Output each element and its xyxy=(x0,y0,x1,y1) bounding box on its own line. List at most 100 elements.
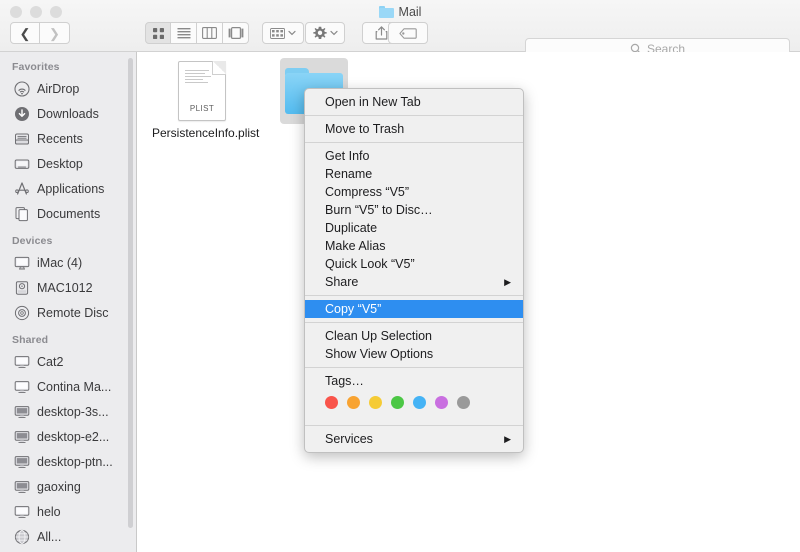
sidebar-item-label: All... xyxy=(37,530,61,544)
menu-separator xyxy=(305,322,523,323)
display-icon xyxy=(14,504,30,520)
sidebar-item-label: AirDrop xyxy=(37,82,79,96)
menu-separator xyxy=(305,142,523,143)
coverflow-view-button[interactable] xyxy=(223,22,249,44)
icon-view-button[interactable] xyxy=(145,22,171,44)
sidebar-item-documents[interactable]: Documents xyxy=(0,201,136,226)
navigation-buttons: ❮ ❯ xyxy=(10,22,70,44)
file-type-badge: PLIST xyxy=(179,104,225,113)
display-icon xyxy=(14,379,30,395)
menu-item-tags[interactable]: Tags… xyxy=(305,372,523,390)
menu-item-services[interactable]: Services▶ xyxy=(305,430,523,448)
sidebar-item-label: desktop-ptn... xyxy=(37,455,113,469)
arrange-button[interactable] xyxy=(262,22,304,44)
sidebar-item-label: Recents xyxy=(37,132,83,146)
tag-color-swatch-6[interactable] xyxy=(457,396,470,409)
desktop-icon xyxy=(14,156,30,172)
column-view-icon xyxy=(202,27,217,39)
harddisk-icon xyxy=(14,280,30,296)
pc-icon xyxy=(14,404,30,420)
applications-icon xyxy=(14,181,30,197)
coverflow-view-icon xyxy=(228,27,244,39)
sidebar-item-label: desktop-e2... xyxy=(37,430,109,444)
sidebar-item-desktop-3s[interactable]: desktop-3s... xyxy=(0,399,136,424)
sidebar-item-label: Applications xyxy=(37,182,104,196)
menu-item-move-to-trash[interactable]: Move to Trash xyxy=(305,120,523,138)
downloads-icon xyxy=(14,106,30,122)
menu-item-quick-look-v5[interactable]: Quick Look “V5” xyxy=(305,255,523,273)
arrange-icon xyxy=(270,28,285,39)
sidebar-item-downloads[interactable]: Downloads xyxy=(0,101,136,126)
menu-item-get-info[interactable]: Get Info xyxy=(305,147,523,165)
sidebar-section-header: Favorites xyxy=(0,52,136,76)
context-menu[interactable]: Open in New Tab Move to Trash Get Info Rena… xyxy=(304,88,524,453)
documents-icon xyxy=(14,206,30,222)
sidebar-item-all[interactable]: All... xyxy=(0,524,136,549)
chevron-right-icon: ❯ xyxy=(49,27,60,40)
sidebar-item-mac1012[interactable]: MAC1012 xyxy=(0,275,136,300)
tag-color-swatch-4[interactable] xyxy=(413,396,426,409)
sidebar-item-cat2[interactable]: Cat2 xyxy=(0,349,136,374)
menu-item-show-view-options[interactable]: Show View Options xyxy=(305,345,523,363)
sidebar-item-helo[interactable]: helo xyxy=(0,499,136,524)
sidebar-item-applications[interactable]: Applications xyxy=(0,176,136,201)
menu-item-label: Burn “V5” to Disc… xyxy=(325,203,433,217)
view-mode-buttons xyxy=(145,22,249,44)
sidebar-scrollbar[interactable] xyxy=(128,58,133,528)
menu-item-make-alias[interactable]: Make Alias xyxy=(305,237,523,255)
chevron-down-icon xyxy=(288,30,296,36)
sidebar-item-desktop[interactable]: Desktop xyxy=(0,151,136,176)
finder-window: Mail ❮ ❯ xyxy=(0,0,800,552)
tag-color-swatch-2[interactable] xyxy=(369,396,382,409)
back-button[interactable]: ❮ xyxy=(10,22,40,44)
list-view-button[interactable] xyxy=(171,22,197,44)
tag-color-swatch-1[interactable] xyxy=(347,396,360,409)
menu-item-open-in-new-tab[interactable]: Open in New Tab xyxy=(305,93,523,111)
column-view-button[interactable] xyxy=(197,22,223,44)
tag-color-swatch-0[interactable] xyxy=(325,396,338,409)
pc-icon xyxy=(14,479,30,495)
forward-button[interactable]: ❯ xyxy=(40,22,70,44)
sidebar-item-label: Cat2 xyxy=(37,355,63,369)
tag-color-swatch-5[interactable] xyxy=(435,396,448,409)
sidebar-item-recents[interactable]: Recents xyxy=(0,126,136,151)
menu-separator xyxy=(305,115,523,116)
imac-icon xyxy=(14,255,30,271)
menu-item-label: Compress “V5” xyxy=(325,185,409,199)
arrange-button-group xyxy=(262,22,304,44)
menu-item-rename[interactable]: Rename xyxy=(305,165,523,183)
menu-item-label: Move to Trash xyxy=(325,122,404,136)
display-icon xyxy=(14,504,30,520)
sidebar-item-desktop-ptn[interactable]: desktop-ptn... xyxy=(0,449,136,474)
menu-item-compress-v5[interactable]: Compress “V5” xyxy=(305,183,523,201)
sidebar-item-label: Downloads xyxy=(37,107,99,121)
tag-button-group xyxy=(388,22,428,44)
tag-button[interactable] xyxy=(388,22,428,44)
menu-item-label: Open in New Tab xyxy=(325,95,421,109)
menu-item-clean-up-selection[interactable]: Clean Up Selection xyxy=(305,327,523,345)
menu-item-share[interactable]: Share▶ xyxy=(305,273,523,291)
documents-icon xyxy=(14,206,30,222)
menu-item-label: Tags… xyxy=(325,374,364,388)
menu-item-label: Rename xyxy=(325,167,372,181)
sidebar-item-label: gaoxing xyxy=(37,480,81,494)
sidebar-item-contina-ma[interactable]: Contina Ma... xyxy=(0,374,136,399)
sidebar-item-label: desktop-3s... xyxy=(37,405,109,419)
sidebar-item-airdrop[interactable]: AirDrop xyxy=(0,76,136,101)
tag-color-swatch-3[interactable] xyxy=(391,396,404,409)
file-name-label: PersistenceInfo.plist xyxy=(150,126,261,141)
action-menu-button[interactable] xyxy=(305,22,345,44)
imac-icon xyxy=(14,255,30,271)
desktop-icon xyxy=(14,156,30,172)
sidebar-item-remote-disc[interactable]: Remote Disc xyxy=(0,300,136,325)
menu-item-duplicate[interactable]: Duplicate xyxy=(305,219,523,237)
sidebar-item-gaoxing[interactable]: gaoxing xyxy=(0,474,136,499)
icon-view-icon xyxy=(152,27,165,40)
menu-item-copy-v5[interactable]: Copy “V5” xyxy=(305,300,523,318)
sidebar-item-desktop-e2[interactable]: desktop-e2... xyxy=(0,424,136,449)
menu-item-burn-v5-to-disc[interactable]: Burn “V5” to Disc… xyxy=(305,201,523,219)
menu-item-label: Copy “V5” xyxy=(325,302,381,316)
sidebar-item-imac-4[interactable]: iMac (4) xyxy=(0,250,136,275)
file-item-plist[interactable]: PLIST PersistenceInfo.plist xyxy=(150,58,254,142)
pc-icon xyxy=(14,429,30,445)
